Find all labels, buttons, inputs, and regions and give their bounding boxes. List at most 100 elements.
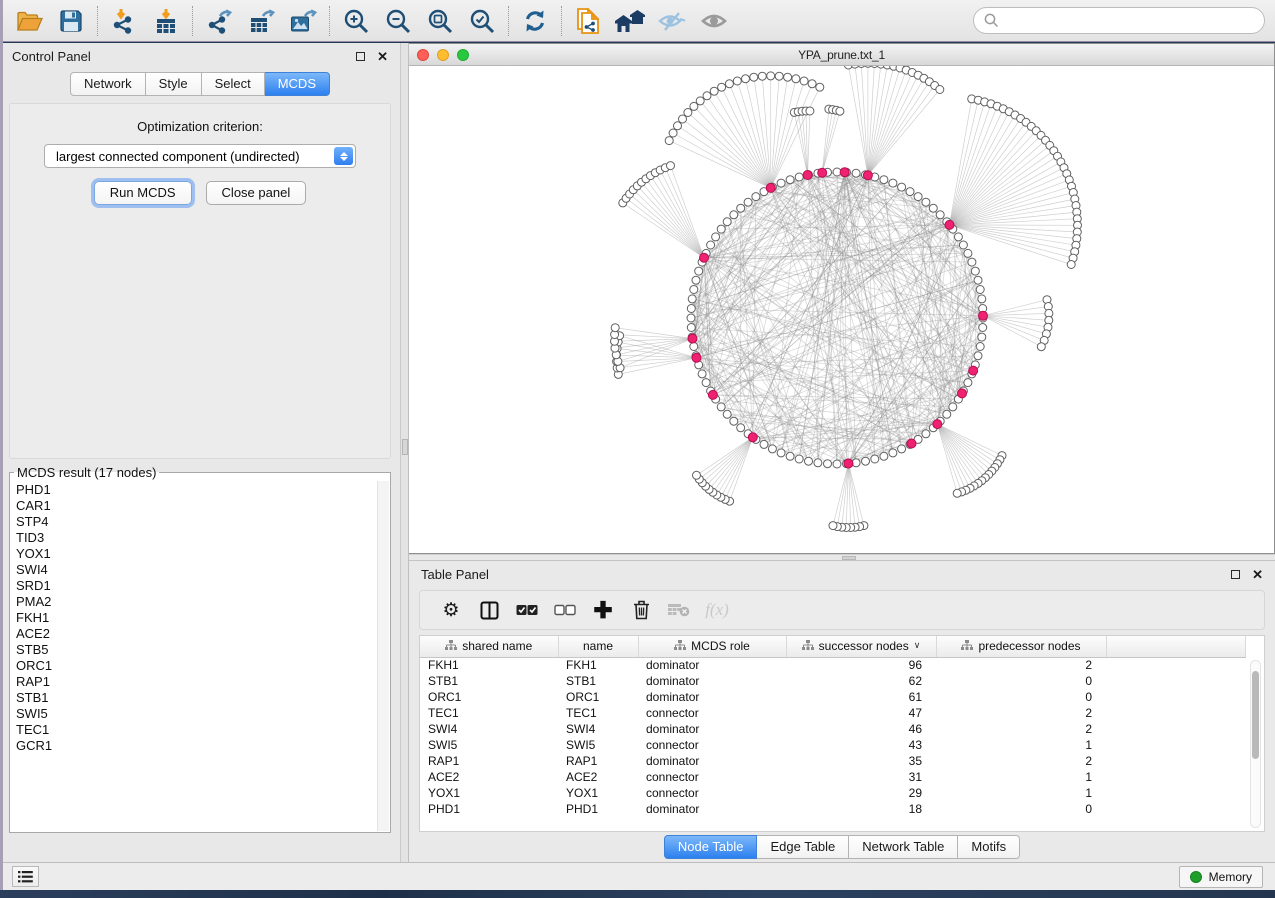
- table-cell: 0: [936, 673, 1106, 689]
- deselect-all-icon[interactable]: [546, 593, 584, 627]
- mcds-result-item[interactable]: GCR1: [16, 738, 372, 754]
- tab-mcds[interactable]: MCDS: [265, 72, 330, 96]
- table-cell: connector: [638, 737, 786, 753]
- mcds-result-item[interactable]: RAP1: [16, 674, 372, 690]
- mcds-result-item[interactable]: SWI5: [16, 706, 372, 722]
- table-cell: connector: [638, 705, 786, 721]
- column-header-predecessor-nodes[interactable]: predecessor nodes: [936, 636, 1106, 657]
- table-row[interactable]: PHD1PHD1dominator180: [420, 801, 1245, 817]
- mcds-result-item[interactable]: TID3: [16, 530, 372, 546]
- control-panel-title: Control Panel: [12, 49, 356, 64]
- show-column-panel-icon[interactable]: [470, 593, 508, 627]
- table-scrollbar-thumb[interactable]: [1252, 671, 1259, 759]
- table-row[interactable]: YOX1YOX1connector291: [420, 785, 1245, 801]
- show-all-icon[interactable]: [693, 3, 735, 39]
- mcds-result-item[interactable]: FKH1: [16, 610, 372, 626]
- network-graph[interactable]: [409, 66, 1272, 555]
- tab-edge-table[interactable]: Edge Table: [757, 835, 849, 859]
- zoom-in-icon[interactable]: [335, 3, 377, 39]
- mcds-result-item[interactable]: STB5: [16, 642, 372, 658]
- export-network-icon[interactable]: [198, 3, 240, 39]
- mcds-result-item[interactable]: ORC1: [16, 658, 372, 674]
- function-builder-icon[interactable]: f(x): [698, 593, 736, 627]
- memory-button[interactable]: Memory: [1179, 866, 1263, 888]
- tab-select[interactable]: Select: [202, 72, 265, 96]
- tab-motifs[interactable]: Motifs: [958, 835, 1020, 859]
- table-scrollbar[interactable]: [1250, 660, 1261, 828]
- table-cell: TEC1: [420, 705, 558, 721]
- mcds-result-item[interactable]: ACE2: [16, 626, 372, 642]
- table-row[interactable]: SWI4SWI4dominator462: [420, 721, 1245, 737]
- select-all-icon[interactable]: [508, 593, 546, 627]
- table-row[interactable]: FKH1FKH1dominator962: [420, 657, 1245, 673]
- mcds-result-item[interactable]: TEC1: [16, 722, 372, 738]
- table-cell: FKH1: [420, 657, 558, 673]
- mcds-result-item[interactable]: CAR1: [16, 498, 372, 514]
- hide-selected-icon[interactable]: [651, 3, 693, 39]
- mcds-result-item[interactable]: PMA2: [16, 594, 372, 610]
- column-header-MCDS-role[interactable]: MCDS role: [638, 636, 786, 657]
- column-header-successor-nodes[interactable]: successor nodes∨: [786, 636, 936, 657]
- save-session-icon[interactable]: [50, 3, 92, 39]
- tab-style[interactable]: Style: [146, 72, 202, 96]
- export-image-icon[interactable]: [282, 3, 324, 39]
- toolbar-separator: [97, 6, 98, 36]
- search-box[interactable]: [973, 7, 1265, 34]
- zoom-out-icon[interactable]: [377, 3, 419, 39]
- float-panel-icon[interactable]: [356, 52, 365, 61]
- table-cell: 29: [786, 785, 936, 801]
- close-panel-icon[interactable]: ✕: [377, 50, 388, 63]
- mcds-result-item[interactable]: STB1: [16, 690, 372, 706]
- vertical-splitter[interactable]: [400, 43, 409, 862]
- refresh-layout-icon[interactable]: [514, 3, 556, 39]
- table-row[interactable]: ORC1ORC1dominator610: [420, 689, 1245, 705]
- table-row[interactable]: RAP1RAP1dominator352: [420, 753, 1245, 769]
- network-title-bar: YPA_prune.txt_1: [409, 44, 1274, 66]
- mcds-list-scrollbar[interactable]: [377, 481, 389, 831]
- network-canvas[interactable]: [409, 66, 1274, 553]
- table-row[interactable]: ACE2ACE2connector311: [420, 769, 1245, 785]
- horizontal-splitter[interactable]: [409, 554, 1275, 561]
- mcds-result-item[interactable]: PHD1: [16, 482, 372, 498]
- table-settings-icon[interactable]: ⚙: [432, 593, 470, 627]
- zoom-fit-icon[interactable]: [419, 3, 461, 39]
- zoom-selected-icon[interactable]: [461, 3, 503, 39]
- close-panel-button[interactable]: Close panel: [206, 181, 307, 205]
- splitter-grip-icon[interactable]: [842, 556, 856, 560]
- column-label: MCDS role: [691, 639, 750, 653]
- import-table-icon[interactable]: [145, 3, 187, 39]
- attribute-type-icon: [961, 640, 973, 651]
- column-header-name[interactable]: name: [558, 636, 638, 657]
- criterion-select-value: largest connected component (undirected): [56, 149, 300, 164]
- table-cell: 62: [786, 673, 936, 689]
- close-panel-icon[interactable]: ✕: [1252, 568, 1263, 581]
- mcds-result-item[interactable]: STP4: [16, 514, 372, 530]
- search-input[interactable]: [1005, 13, 1254, 28]
- table-cell: 2: [936, 753, 1106, 769]
- task-history-icon[interactable]: [12, 866, 39, 887]
- add-column-icon[interactable]: ✚: [584, 593, 622, 627]
- open-file-icon[interactable]: [8, 3, 50, 39]
- column-header-shared-name[interactable]: shared name: [420, 636, 558, 657]
- splitter-grip-icon[interactable]: [402, 439, 408, 455]
- tab-network-table[interactable]: Network Table: [849, 835, 958, 859]
- run-mcds-button[interactable]: Run MCDS: [94, 181, 192, 205]
- import-network-icon[interactable]: [103, 3, 145, 39]
- tab-node-table[interactable]: Node Table: [664, 835, 758, 859]
- duplicate-network-icon[interactable]: [567, 3, 609, 39]
- mcds-result-item[interactable]: YOX1: [16, 546, 372, 562]
- delete-table-icon[interactable]: [660, 593, 698, 627]
- table-row[interactable]: STB1STB1dominator620: [420, 673, 1245, 689]
- float-panel-icon[interactable]: [1231, 570, 1240, 579]
- mcds-result-item[interactable]: SRD1: [16, 578, 372, 594]
- tab-network[interactable]: Network: [70, 72, 146, 96]
- table-row[interactable]: TEC1TEC1connector472: [420, 705, 1245, 721]
- mcds-result-item[interactable]: SWI4: [16, 562, 372, 578]
- criterion-select[interactable]: largest connected component (undirected): [44, 144, 356, 168]
- export-table-icon[interactable]: [240, 3, 282, 39]
- table-cell: ACE2: [558, 769, 638, 785]
- delete-column-icon[interactable]: [622, 593, 660, 627]
- column-label: predecessor nodes: [978, 639, 1080, 653]
- first-neighbors-icon[interactable]: [609, 3, 651, 39]
- table-row[interactable]: SWI5SWI5connector431: [420, 737, 1245, 753]
